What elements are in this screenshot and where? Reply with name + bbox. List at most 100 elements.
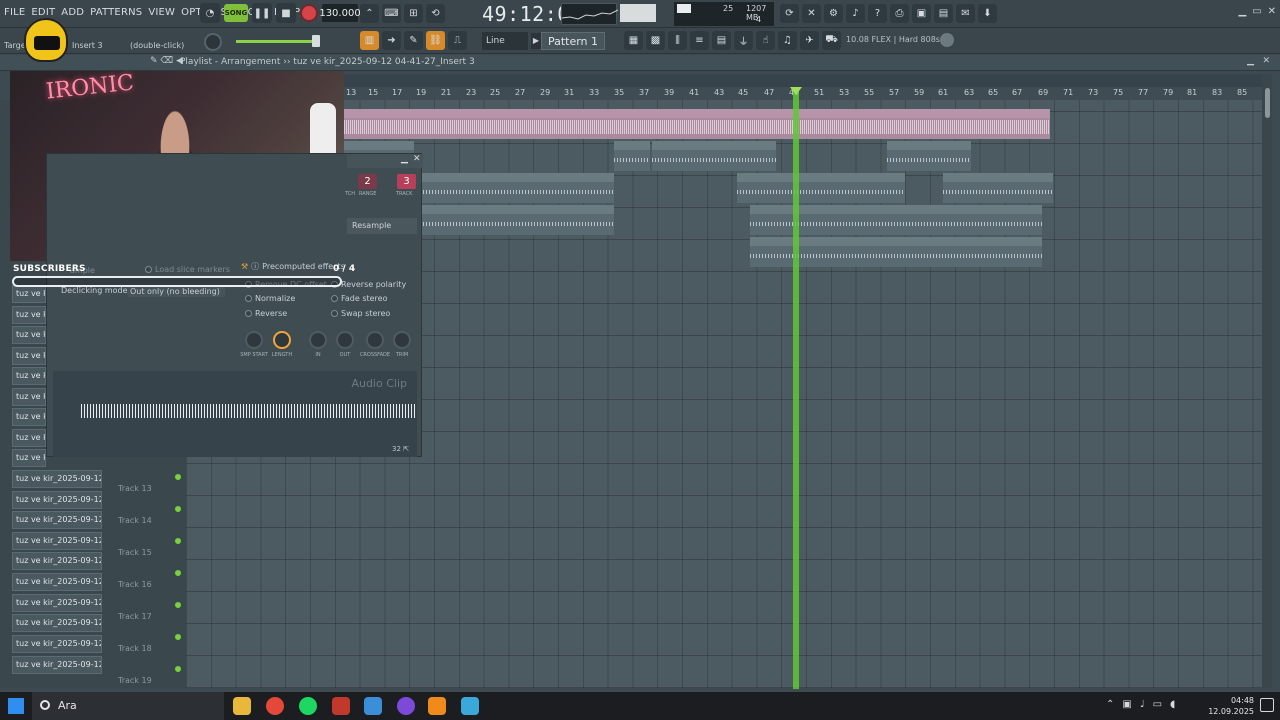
- track-mute-button[interactable]: tuz ve kir_2025-09-12 04...: [12, 614, 102, 632]
- tray-app-icon[interactable]: ▣: [1122, 699, 1131, 710]
- track-name[interactable]: Track 15: [114, 538, 180, 568]
- track-led-icon[interactable]: [175, 666, 181, 672]
- menu-patterns[interactable]: PATTERNS: [90, 7, 142, 18]
- render-icon[interactable]: ⎙: [890, 4, 909, 23]
- typing-keyboard-icon[interactable]: ⌨: [382, 4, 401, 23]
- playlist-close-icon[interactable]: ✕: [1262, 56, 1270, 66]
- chrome-icon[interactable]: [266, 697, 284, 715]
- loop-record-icon[interactable]: ⟲: [426, 4, 445, 23]
- presets-icon[interactable]: ▤: [934, 4, 953, 23]
- menu-add[interactable]: ADD: [61, 7, 84, 18]
- timeline-ruler[interactable]: 1315171921232527293133353739414345474951…: [344, 87, 1262, 100]
- audio-clip[interactable]: ▸ tuz ve kir_2025-0..08-53-32_Insert 1: [652, 141, 776, 171]
- range-button[interactable]: 2: [358, 174, 377, 189]
- audio-clip[interactable]: ▸ tuz ve kir_2025-09-12 02-54-16_Insert …: [737, 173, 905, 203]
- track-mute-button[interactable]: tuz ve kir_2025-09-12 04...: [12, 573, 102, 591]
- menu-edit[interactable]: EDIT: [31, 7, 55, 18]
- track-name[interactable]: Track 17: [114, 602, 180, 632]
- record-button[interactable]: [300, 4, 318, 22]
- track-name[interactable]: Track 16: [114, 570, 180, 600]
- app-icon[interactable]: [364, 697, 382, 715]
- length-knob[interactable]: [273, 331, 291, 349]
- track-mute-button[interactable]: tuz ve kir_2025-09-12 04...: [12, 656, 102, 674]
- file-explorer-icon[interactable]: [233, 697, 251, 715]
- refresh-icon[interactable]: ⟳: [780, 4, 799, 23]
- metronome-icon[interactable]: ◔: [200, 3, 220, 23]
- load-slice-markers-option[interactable]: Load slice markers: [145, 265, 230, 274]
- fl-studio-icon[interactable]: [428, 697, 446, 715]
- track-name[interactable]: Track 14: [114, 506, 180, 536]
- clip-waveform-view[interactable]: Audio Clip 32 ⇱: [53, 371, 417, 457]
- browser-icon[interactable]: ≡: [690, 31, 709, 50]
- clip-minimize-icon[interactable]: ▁: [401, 154, 408, 164]
- audio-clip[interactable]: ▸ tuz ve kir_2025...-58-03_Insert 1: [943, 173, 1053, 203]
- close-icon[interactable]: ✕: [1268, 6, 1276, 17]
- track-mute-button[interactable]: tuz ve kir_: [12, 408, 46, 426]
- scrollbar-thumb[interactable]: [1265, 88, 1270, 118]
- menu-file[interactable]: FILE: [4, 7, 25, 18]
- pattern-lane[interactable]: [344, 74, 1262, 87]
- pause-button[interactable]: ❚❚: [252, 3, 272, 23]
- reverse-option[interactable]: Reverse: [245, 309, 287, 318]
- audio-clip[interactable]: ▸ unti..t 1: [614, 141, 650, 171]
- maximize-icon[interactable]: ▭: [1252, 6, 1261, 17]
- chat-icon[interactable]: ✉: [956, 4, 975, 23]
- mixer-icon[interactable]: ⫼: [668, 31, 687, 50]
- track-mute-button[interactable]: tuz ve kir_: [12, 326, 46, 344]
- track-mute-button[interactable]: tuz ve kir_: [12, 388, 46, 406]
- track-mute-button[interactable]: tuz ve kir_2025-09-12 03...: [12, 491, 102, 509]
- crossfade-knob[interactable]: [366, 331, 384, 349]
- vertical-scrollbar[interactable]: [1262, 74, 1272, 688]
- minimize-icon[interactable]: ▁: [1238, 6, 1246, 17]
- obs-icon[interactable]: [397, 697, 415, 715]
- track-mute-button[interactable]: tuz ve kir_2025-09-12 03...: [12, 511, 102, 529]
- track-led-icon[interactable]: [175, 474, 181, 480]
- pattern-selector[interactable]: Pattern 1: [541, 32, 605, 50]
- step-edit-icon[interactable]: ⊞: [404, 4, 423, 23]
- spotify-icon[interactable]: [299, 697, 317, 715]
- plugin-icon[interactable]: ⏚: [734, 31, 753, 50]
- tray-expand-icon[interactable]: ⌃: [1106, 699, 1114, 710]
- out-knob[interactable]: [336, 331, 354, 349]
- playlist-minimize-icon[interactable]: ▁: [1247, 56, 1254, 66]
- track-button[interactable]: 3: [397, 174, 416, 189]
- notepad-icon[interactable]: [461, 697, 479, 715]
- playhead[interactable]: [793, 87, 799, 689]
- playlist-window-icon[interactable]: ▤: [712, 31, 731, 50]
- track-mute-button[interactable]: tuz ve kir_2025-09-12 03...: [12, 552, 102, 570]
- taskbar-search[interactable]: Ara: [32, 692, 224, 720]
- track-led-icon[interactable]: [175, 538, 181, 544]
- master-volume-handle[interactable]: [312, 35, 320, 47]
- track-mute-button[interactable]: tuz ve kir_: [12, 285, 46, 303]
- song-mode-button[interactable]: SONG: [224, 4, 248, 22]
- track-led-icon[interactable]: [175, 506, 181, 512]
- trim-knob[interactable]: [393, 331, 411, 349]
- pattern-arrow-icon[interactable]: ▶: [531, 33, 541, 49]
- cart-icon[interactable]: ⛟: [822, 31, 841, 50]
- normalize-option[interactable]: Normalize: [245, 294, 295, 303]
- track-led-icon[interactable]: [175, 634, 181, 640]
- piano-roll-icon[interactable]: ▩: [646, 31, 665, 50]
- stop-button[interactable]: ■: [276, 3, 296, 23]
- microphone-tray-icon[interactable]: ♩: [1140, 699, 1145, 710]
- news-ticker[interactable]: 10.08 FLEX | Hard 808s: [846, 35, 940, 44]
- smp-start-knob[interactable]: [245, 331, 263, 349]
- touch-icon[interactable]: ☝: [756, 31, 775, 50]
- save-icon[interactable]: ▣: [912, 4, 931, 23]
- download-icon[interactable]: ⬇: [978, 4, 997, 23]
- channel-rack-icon[interactable]: ▦: [624, 31, 643, 50]
- clip-close-icon[interactable]: ✕: [413, 154, 421, 164]
- master-pitch-knob[interactable]: [204, 33, 222, 51]
- track-mute-button[interactable]: tuz ve kir_2025-09-12 04...: [12, 635, 102, 653]
- notification-icon[interactable]: [1260, 698, 1274, 712]
- windows-start-icon[interactable]: [8, 698, 24, 714]
- track-mute-button[interactable]: tuz ve kir_2025-09-12 03...: [12, 470, 102, 488]
- network-icon[interactable]: ▭: [1153, 699, 1162, 710]
- playhead-marker-icon[interactable]: [790, 87, 802, 95]
- snap-icon[interactable]: ⌃: [360, 4, 379, 23]
- track-mute-button[interactable]: tuz ve kir_2025-09-12 04...: [12, 594, 102, 612]
- menu-view[interactable]: VIEW: [148, 7, 175, 18]
- audio-clip[interactable]: 2025-08-14 08-57-00_Insert 2: [420, 205, 614, 235]
- audio-clip[interactable]: / x 104 x Truwer TYPE BEAT (Prod. By KIL…: [344, 109, 1050, 139]
- stamp-icon[interactable]: ⎍: [448, 31, 467, 50]
